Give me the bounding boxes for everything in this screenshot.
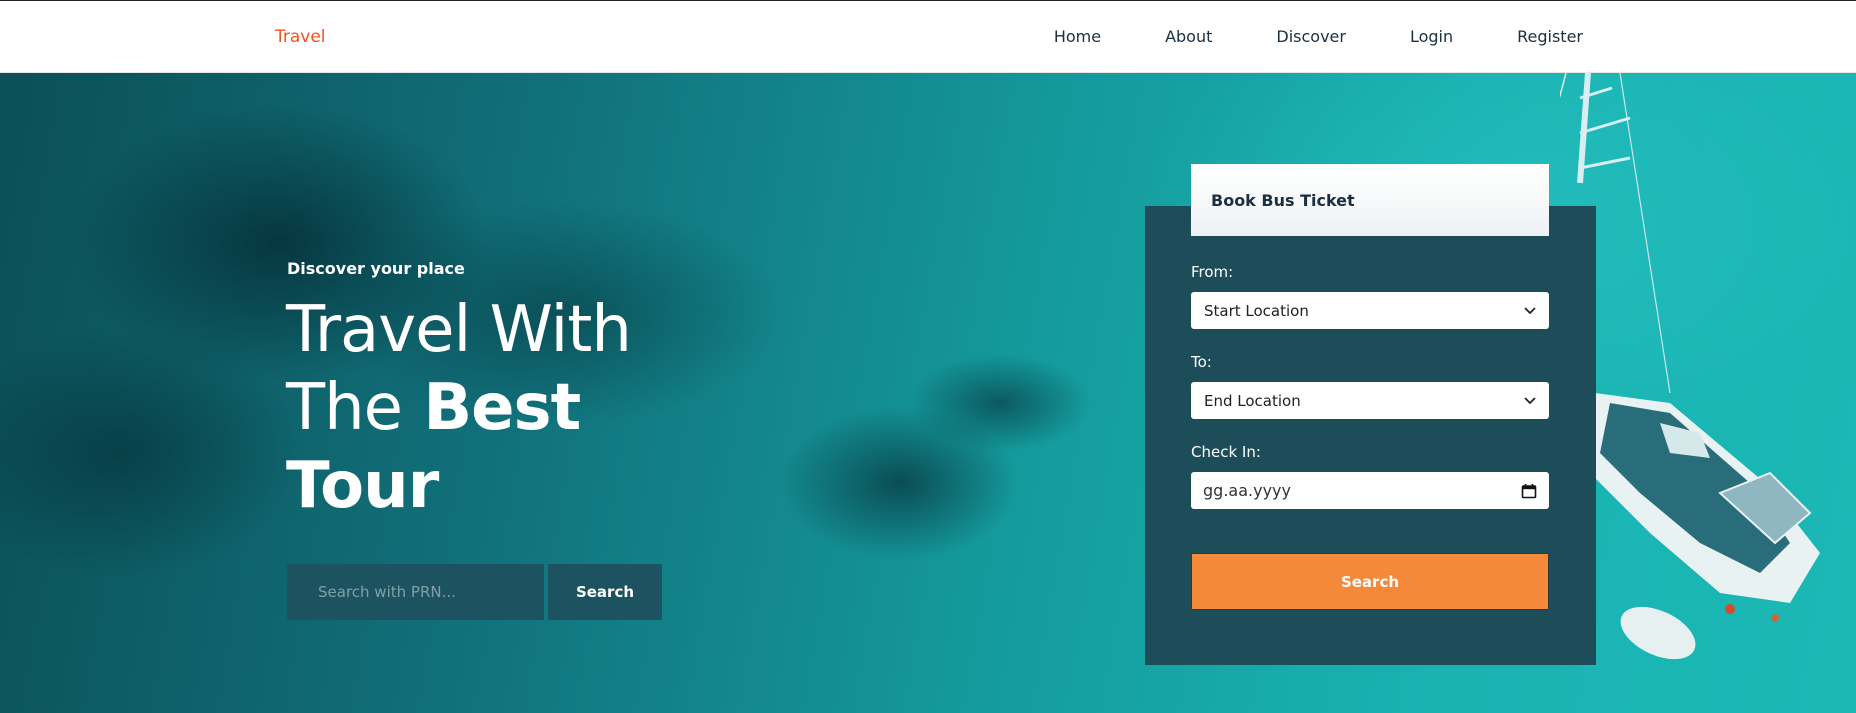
booking-header: Book Bus Ticket (1191, 164, 1549, 236)
sailboat-illustration (1560, 73, 1820, 660)
chevron-down-icon (1524, 307, 1536, 315)
nav-about-link[interactable]: About (1165, 27, 1212, 46)
booking-title: Book Bus Ticket (1211, 190, 1355, 210)
calendar-icon[interactable] (1521, 483, 1537, 499)
brand-logo-link[interactable]: Travel (275, 27, 326, 47)
from-select-value: Start Location (1204, 301, 1309, 320)
prn-search-bar: Search (287, 564, 662, 620)
headline-line-2-bold: Best (423, 371, 581, 445)
hero-headline: Travel With The Best Tour (286, 291, 806, 525)
headline-line-3: Tour (286, 449, 439, 523)
checkin-date-value: gg.aa.yyyy (1203, 481, 1291, 500)
nav-links: Home About Discover Login Register (1054, 27, 1583, 46)
checkin-date-input[interactable]: gg.aa.yyyy (1191, 472, 1549, 509)
nav-register-link[interactable]: Register (1517, 27, 1583, 46)
prn-search-input[interactable] (287, 564, 544, 620)
nav-login-link[interactable]: Login (1410, 27, 1453, 46)
from-select[interactable]: Start Location (1191, 292, 1549, 329)
top-navbar: Travel Home About Discover Login Registe… (0, 0, 1856, 73)
nav-home-link[interactable]: Home (1054, 27, 1101, 46)
to-label: To: (1191, 353, 1212, 371)
prn-search-button[interactable]: Search (548, 564, 662, 620)
checkin-label: Check In: (1191, 443, 1261, 461)
nav-discover-link[interactable]: Discover (1276, 27, 1346, 46)
to-select[interactable]: End Location (1191, 382, 1549, 419)
hero-tagline: Discover your place (287, 259, 465, 278)
headline-line-2-light: The (286, 371, 403, 445)
to-select-value: End Location (1204, 391, 1301, 410)
booking-search-button[interactable]: Search (1191, 553, 1549, 610)
chevron-down-icon (1524, 397, 1536, 405)
from-label: From: (1191, 263, 1234, 281)
headline-line-1: Travel With (286, 293, 632, 367)
